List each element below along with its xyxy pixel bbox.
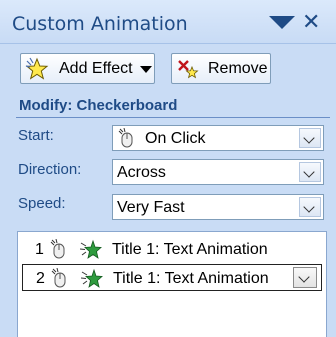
speed-value: Very Fast: [117, 199, 185, 216]
add-effect-button[interactable]: Add Effect: [20, 53, 155, 84]
chevron-down-icon[interactable]: [293, 267, 317, 288]
chevron-down-icon[interactable]: [299, 162, 321, 182]
mouse-click-icon: [50, 239, 65, 259]
mouse-click-icon: [51, 268, 66, 288]
pane-title: Custom Animation: [12, 13, 188, 35]
speed-label: Speed:: [18, 195, 66, 212]
divider: [16, 117, 330, 118]
remove-label: Remove: [208, 60, 268, 77]
item-text: Title 1: Text Animation: [112, 241, 268, 258]
animation-list[interactable]: 1 Title 1: Text Animation 2 Title 1: Tex…: [17, 231, 327, 337]
chevron-down-icon[interactable]: [299, 197, 321, 217]
list-item-selected[interactable]: 2 Title 1: Text Animation: [22, 264, 322, 291]
remove-effect-icon: [178, 60, 199, 79]
direction-value: Across: [117, 164, 166, 181]
close-icon[interactable]: ✕: [302, 10, 320, 35]
chevron-down-icon: [140, 66, 152, 73]
direction-select[interactable]: Across: [112, 159, 324, 185]
speed-select[interactable]: Very Fast: [112, 194, 324, 220]
item-text: Title 1: Text Animation: [113, 270, 269, 287]
item-number: 2: [36, 270, 45, 287]
star-icon: [25, 57, 49, 80]
item-number: 1: [35, 241, 44, 258]
entrance-effect-icon: [81, 268, 103, 288]
direction-label: Direction:: [18, 161, 82, 178]
start-value: On Click: [145, 130, 206, 147]
add-effect-label: Add Effect: [59, 60, 133, 77]
pane-menu-arrow-icon[interactable]: [269, 16, 295, 29]
effect-toolbar: Add Effect Remove: [0, 45, 336, 91]
start-select[interactable]: On Click: [112, 125, 324, 151]
entrance-effect-icon: [80, 239, 102, 259]
pane-titlebar: Custom Animation ✕: [0, 0, 336, 44]
start-label: Start:: [18, 127, 54, 144]
chevron-down-icon[interactable]: [299, 128, 321, 148]
modify-heading: Modify: Checkerboard: [19, 97, 178, 114]
list-item[interactable]: 1 Title 1: Text Animation: [22, 236, 322, 263]
remove-button[interactable]: Remove: [171, 53, 271, 84]
mouse-click-icon: [118, 128, 133, 148]
